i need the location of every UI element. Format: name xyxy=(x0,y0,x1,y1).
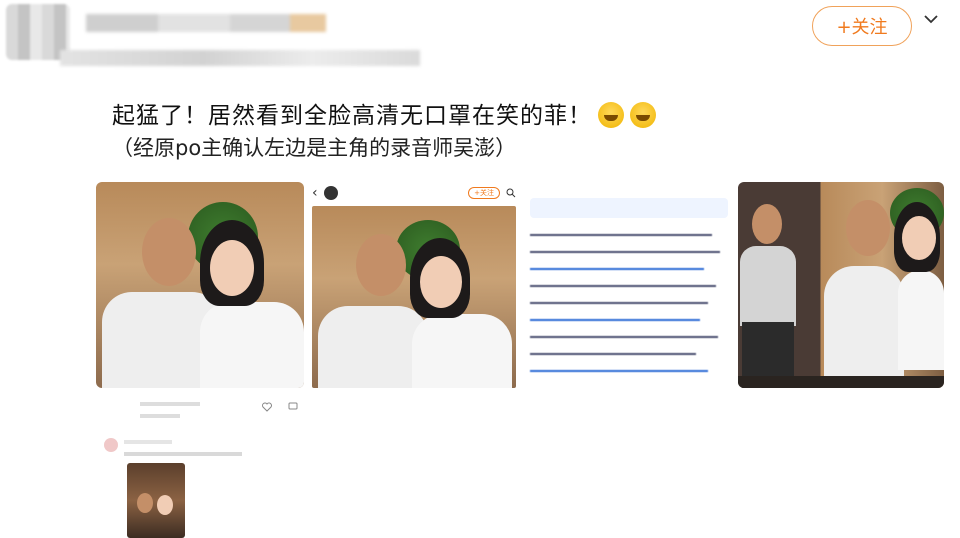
chevron-down-icon[interactable] xyxy=(922,10,940,28)
image-caption-line xyxy=(140,414,180,418)
doc-top-bar xyxy=(528,182,730,190)
doc-text xyxy=(528,224,730,372)
crying-emoji-icon xyxy=(598,102,624,128)
follow-button[interactable]: +关注 xyxy=(812,6,912,46)
username-blurred[interactable] xyxy=(86,14,326,32)
post-image-3-document[interactable] xyxy=(528,182,730,392)
doc-card xyxy=(530,198,728,218)
post-subtext: （经原po主确认左边是主角的录音师吴澎） xyxy=(112,136,517,160)
comment-icon[interactable] xyxy=(288,402,298,412)
comment-line xyxy=(124,452,242,456)
image-caption-line xyxy=(140,402,200,406)
post-meta-blurred xyxy=(60,50,420,66)
post-text: 起猛了！居然看到全脸高清无口罩在笑的菲！ xyxy=(112,96,656,130)
like-icon[interactable] xyxy=(262,402,272,412)
avatar[interactable] xyxy=(323,186,338,200)
follow-button[interactable]: +关注 xyxy=(468,187,500,199)
post-image-4[interactable] xyxy=(738,182,944,388)
post-text-line1: 起猛了！居然看到全脸高清无口罩在笑的菲！ xyxy=(112,103,592,129)
post-image-1[interactable] xyxy=(96,182,304,388)
phone-top-bar: ‹ +关注 xyxy=(312,182,516,204)
search-icon[interactable] xyxy=(506,188,516,198)
crying-emoji-icon xyxy=(630,102,656,128)
post-image-2[interactable] xyxy=(312,206,516,388)
comment-thumbnail-image[interactable] xyxy=(127,463,185,538)
avatar[interactable] xyxy=(104,438,118,452)
comment-line xyxy=(124,440,172,444)
back-arrow-icon[interactable]: ‹ xyxy=(312,185,318,201)
